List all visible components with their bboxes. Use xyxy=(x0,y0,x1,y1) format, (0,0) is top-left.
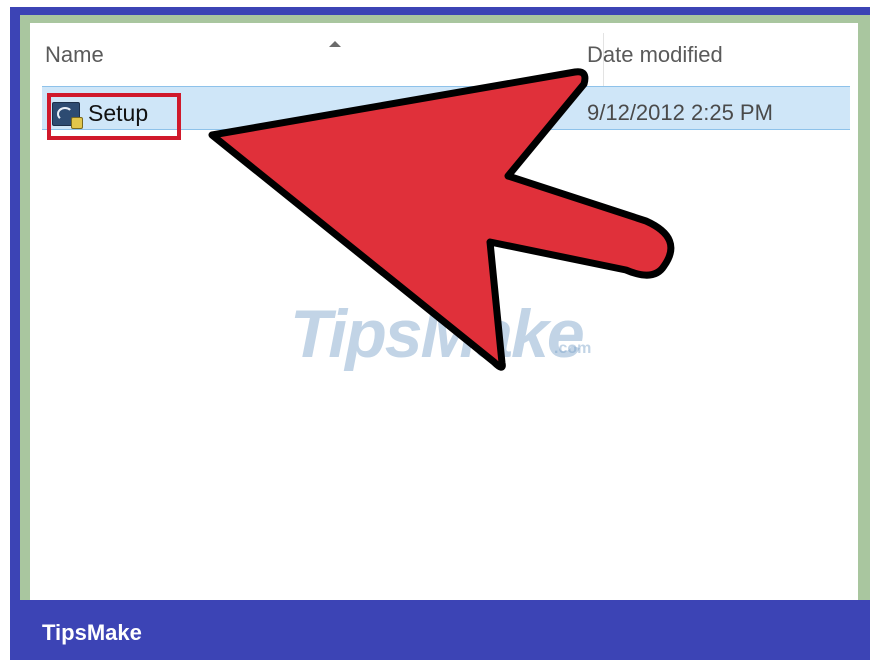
watermark-suffix: .com xyxy=(554,340,592,357)
footer-bar: TipsMake xyxy=(10,600,870,660)
left-border xyxy=(10,7,20,607)
watermark-text: TipsMake xyxy=(290,296,585,372)
screenshot-frame: Name Date modified Setup 9/12/2012 2:25 … xyxy=(0,0,870,660)
column-header-date-modified[interactable]: Date modified xyxy=(587,42,723,68)
column-header-name[interactable]: Name xyxy=(45,42,104,68)
top-border xyxy=(10,7,870,15)
file-date-modified: 9/12/2012 2:25 PM xyxy=(587,100,773,125)
footer-brand: TipsMake xyxy=(42,620,142,645)
setup-highlight-box xyxy=(47,93,181,140)
sort-ascending-icon[interactable] xyxy=(329,41,341,47)
